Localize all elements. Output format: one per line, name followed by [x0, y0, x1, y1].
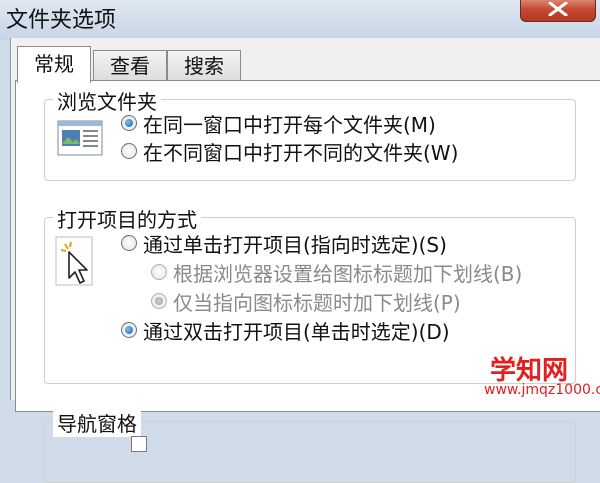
nav-pane-group: 导航窗格 [44, 408, 576, 483]
tab-label: 搜索 [184, 54, 224, 78]
option-double-click[interactable]: 通过双击打开项目(单击时选定)(D) [143, 316, 450, 345]
tab-search[interactable]: 搜索 [167, 50, 241, 81]
radio-underline-hover[interactable] [151, 293, 167, 309]
title-bar: 文件夹选项 [0, 0, 600, 40]
option-underline-hover[interactable]: 仅当指向图标标题时加下划线(P) [173, 287, 461, 316]
browse-folders-group: 浏览文件夹 在同一窗口中打开每个文件夹(M) 在不同窗口中打开不同的文件夹(W) [44, 86, 576, 181]
tab-label: 常规 [34, 52, 74, 76]
option-underline-browser[interactable]: 根据浏览器设置给图标标题加下划线(B) [173, 258, 522, 287]
radio-single-click[interactable] [121, 235, 137, 251]
radio-same-window[interactable] [121, 115, 137, 131]
radio-underline-browser[interactable] [151, 264, 167, 280]
radio-double-click[interactable] [121, 322, 137, 338]
dialog-body: 常规 查看 搜索 浏览文件夹 在同一窗口中打开每个文件夹(M) 在不同窗口中打开… [10, 38, 600, 483]
option-same-window[interactable]: 在同一窗口中打开每个文件夹(M) [143, 109, 436, 138]
nav-pane-legend: 导航窗格 [53, 408, 141, 437]
nav-pane-checkbox[interactable] [131, 436, 147, 452]
click-cursor-icon [55, 236, 93, 286]
close-button[interactable] [520, 0, 596, 22]
radio-new-window[interactable] [121, 143, 137, 159]
watermark-url: www.jmqz1000.com [484, 382, 600, 398]
folder-window-icon [57, 120, 103, 156]
option-new-window[interactable]: 在不同窗口中打开不同的文件夹(W) [143, 137, 458, 166]
tab-view[interactable]: 查看 [93, 50, 167, 81]
close-icon [548, 2, 568, 16]
option-single-click[interactable]: 通过单击打开项目(指向时选定)(S) [143, 229, 447, 258]
window-title: 文件夹选项 [6, 8, 117, 33]
tab-label: 查看 [110, 54, 150, 78]
tab-general[interactable]: 常规 [17, 46, 91, 83]
